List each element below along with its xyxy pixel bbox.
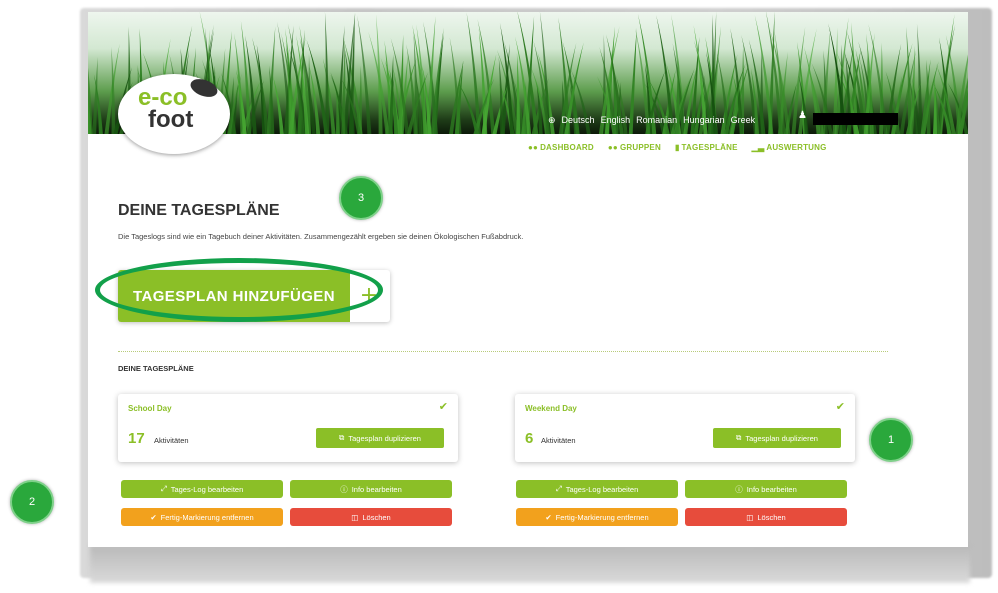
user-icon[interactable]: ♟ — [798, 110, 807, 121]
delete-button[interactable]: ◫ Löschen — [290, 508, 452, 526]
plan-name[interactable]: Weekend Day — [525, 404, 577, 413]
eco-foot-logo[interactable]: e-co foot — [118, 74, 230, 154]
copy-icon: ⧉ — [736, 433, 742, 442]
nav-dashboard[interactable]: ●● DASHBOARD — [528, 143, 594, 152]
delete-button[interactable]: ◫ Löschen — [685, 508, 847, 526]
annotation-marker-3: 3 — [339, 176, 383, 220]
bar-chart-icon: ▁▃ — [751, 143, 765, 152]
nav-auswertung[interactable]: ▁▃ AUSWERTUNG — [752, 143, 827, 152]
document-icon: ▮ — [674, 143, 680, 152]
duplicate-plan-button[interactable]: ⧉ Tagesplan duplizieren — [713, 428, 841, 448]
check-icon: ✔ — [835, 400, 845, 413]
globe-icon: ⊕ — [548, 114, 556, 125]
duplicate-plan-button[interactable]: ⧉ Tagesplan duplizieren — [316, 428, 444, 448]
screenshot-shadow-bottom — [90, 545, 970, 583]
language-link-hu[interactable]: Hungarian — [683, 115, 725, 125]
activity-count-label: Aktivitäten — [541, 436, 576, 445]
unmark-done-button[interactable]: ✔ Fertig-Markierung entfernen — [121, 508, 283, 526]
plan-card-school-day: School Day ✔ 17 Aktivitäten ⧉ Tagesplan d… — [118, 394, 458, 462]
trash-icon: ◫ — [351, 512, 359, 522]
edit-info-button[interactable]: ⓘ Info bearbeiten — [290, 480, 452, 498]
activity-count: 17 — [128, 430, 145, 447]
edit-log-button[interactable]: ⤢ Tages-Log bearbeiten — [121, 480, 283, 498]
language-link-en[interactable]: English — [601, 115, 631, 125]
logo-text-foot: foot — [148, 106, 194, 133]
language-link-de[interactable]: Deutsch — [562, 115, 595, 125]
edit-log-button[interactable]: ⤢ Tages-Log bearbeiten — [516, 480, 678, 498]
nav-tagesplaene[interactable]: ▮ TAGESPLÄNE — [675, 143, 738, 152]
people-icon: ●● — [607, 143, 618, 152]
arrows-icon: ⤢ — [555, 484, 562, 493]
page-description: Die Tageslogs sind wie ein Tagebuch dein… — [118, 232, 524, 241]
user-name-box[interactable] — [813, 113, 898, 125]
arrows-icon: ⤢ — [160, 484, 167, 493]
section-title: DEINE TAGESPLÄNE — [118, 364, 194, 373]
page-title: DEINE TAGESPLÄNE — [118, 202, 280, 219]
language-link-ro[interactable]: Romanian — [636, 115, 677, 125]
section-divider — [118, 351, 888, 352]
language-link-el[interactable]: Greek — [731, 115, 756, 125]
activity-count: 6 — [525, 430, 534, 447]
activity-count-label: Aktivitäten — [154, 436, 189, 445]
check-icon: ✔ — [438, 400, 448, 413]
info-icon: ⓘ — [735, 484, 743, 494]
people-icon: ●● — [528, 143, 539, 152]
language-bar: ⊕ Deutsch English Romanian Hungarian Gre… — [548, 112, 755, 128]
check-icon: ✔ — [545, 512, 552, 522]
annotation-marker-1: 1 — [869, 418, 913, 462]
unmark-done-button[interactable]: ✔ Fertig-Markierung entfernen — [516, 508, 678, 526]
copy-icon: ⧉ — [339, 433, 345, 442]
main-nav: ●● DASHBOARD ●● GRUPPEN ▮ TAGESPLÄNE ▁▃ AUSW… — [528, 143, 827, 152]
highlight-ellipse — [95, 258, 383, 322]
plan-card-weekend-day: Weekend Day ✔ 6 Aktivitäten ⧉ Tagesplan d… — [515, 394, 855, 462]
plan-name[interactable]: School Day — [128, 404, 172, 413]
annotation-marker-2: 2 — [10, 480, 54, 524]
info-icon: ⓘ — [340, 484, 348, 494]
check-icon: ✔ — [150, 512, 157, 522]
edit-info-button[interactable]: ⓘ Info bearbeiten — [685, 480, 847, 498]
nav-gruppen[interactable]: ●● GRUPPEN — [608, 143, 661, 152]
trash-icon: ◫ — [746, 512, 754, 522]
